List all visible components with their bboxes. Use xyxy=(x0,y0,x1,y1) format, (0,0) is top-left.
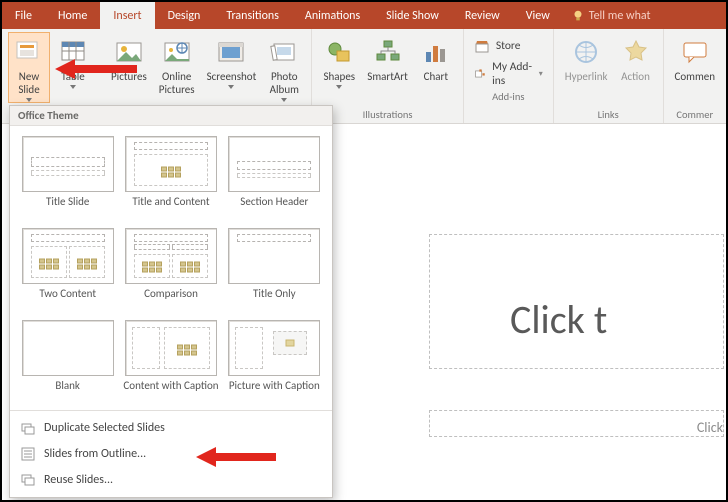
layout-picture-with-caption[interactable]: Picture with Caption xyxy=(225,318,324,406)
store-icon xyxy=(474,38,490,54)
comment-icon xyxy=(679,36,711,68)
store-label: Store xyxy=(496,39,521,53)
group-comments-label: Commer xyxy=(670,108,721,123)
reuse-icon xyxy=(20,472,36,488)
tab-home[interactable]: Home xyxy=(45,2,100,29)
chart-button[interactable]: Chart xyxy=(415,32,457,84)
layout-title-only[interactable]: Title Only xyxy=(225,226,324,314)
tab-transitions[interactable]: Transitions xyxy=(213,2,292,29)
tab-design[interactable]: Design xyxy=(155,2,214,29)
my-addins-label: My Add-ins xyxy=(492,60,533,88)
hyperlink-label: Hyperlink xyxy=(565,70,608,83)
slides-from-outline[interactable]: Slides from Outline... xyxy=(10,441,332,467)
layout-title-and-content[interactable]: Title and Content xyxy=(121,134,220,222)
tab-view[interactable]: View xyxy=(513,2,563,29)
tell-me-text: Tell me what xyxy=(589,9,651,23)
smartart-button[interactable]: SmartArt xyxy=(362,32,413,84)
my-addins-button[interactable]: My Add-ins ▾ xyxy=(470,58,547,90)
new-slide-button[interactable]: New Slide xyxy=(8,32,50,103)
layout-grid: Title Slide Title and Content Section He… xyxy=(10,126,332,410)
layout-section-header[interactable]: Section Header xyxy=(225,134,324,222)
gallery-footer: Duplicate Selected Slides Slides from Ou… xyxy=(10,410,332,497)
subtitle-text: Click xyxy=(430,419,723,436)
table-icon xyxy=(57,36,89,68)
new-slide-icon xyxy=(13,36,45,68)
title-text: Click t xyxy=(510,295,723,344)
pictures-label: Pictures xyxy=(111,70,147,83)
reuse-slides[interactable]: Reuse Slides... xyxy=(10,467,332,493)
layout-content-with-caption[interactable]: Content with Caption xyxy=(121,318,220,406)
smartart-label: SmartArt xyxy=(367,70,408,83)
comment-button[interactable]: Commen xyxy=(670,32,721,84)
smartart-icon xyxy=(372,36,404,68)
online-pictures-button[interactable]: Online Pictures xyxy=(154,32,200,97)
screenshot-icon xyxy=(215,36,247,68)
group-illustrations-label: Illustrations xyxy=(318,108,457,123)
screenshot-label: Screenshot xyxy=(207,70,257,89)
tell-me[interactable]: Tell me what xyxy=(563,2,651,29)
tab-review[interactable]: Review xyxy=(452,2,513,29)
chart-label: Chart xyxy=(424,70,448,83)
online-pictures-icon xyxy=(161,36,193,68)
hyperlink-icon xyxy=(570,36,602,68)
layout-comparison[interactable]: Comparison xyxy=(121,226,220,314)
layout-blank[interactable]: Blank xyxy=(18,318,117,406)
photo-album-button[interactable]: Photo Album xyxy=(263,32,305,103)
outline-icon xyxy=(20,446,36,462)
action-icon xyxy=(620,36,652,68)
online-pictures-label: Online Pictures xyxy=(159,70,195,96)
ribbon-tabs: File Home Insert Design Transitions Anim… xyxy=(2,2,726,29)
bulb-icon xyxy=(571,9,585,23)
hyperlink-button[interactable]: Hyperlink xyxy=(560,32,613,84)
slide-canvas[interactable]: Click t Click xyxy=(404,232,724,498)
new-slide-label: New Slide xyxy=(18,70,39,102)
title-placeholder[interactable]: Click t xyxy=(429,234,724,369)
duplicate-icon xyxy=(20,420,36,436)
subtitle-placeholder[interactable]: Click xyxy=(429,410,724,437)
shapes-label: Shapes xyxy=(323,70,355,89)
tab-insert[interactable]: Insert xyxy=(100,2,154,29)
layout-two-content[interactable]: Two Content xyxy=(18,226,117,314)
shapes-icon xyxy=(323,36,355,68)
table-label: Table xyxy=(61,70,85,89)
store-button[interactable]: Store xyxy=(470,36,547,56)
shapes-button[interactable]: Shapes xyxy=(318,32,360,90)
tab-slideshow[interactable]: Slide Show xyxy=(373,2,452,29)
duplicate-slides[interactable]: Duplicate Selected Slides xyxy=(10,415,332,441)
action-button[interactable]: Action xyxy=(615,32,657,84)
layout-title-slide[interactable]: Title Slide xyxy=(18,134,117,222)
chart-icon xyxy=(420,36,452,68)
comment-label: Commen xyxy=(675,70,716,83)
pictures-icon xyxy=(113,36,145,68)
group-links-label: Links xyxy=(560,108,657,123)
tab-file[interactable]: File xyxy=(2,2,45,29)
pictures-button[interactable]: Pictures xyxy=(106,32,152,84)
photo-album-label: Photo Album xyxy=(270,70,299,102)
addins-icon xyxy=(474,66,486,82)
photo-album-icon xyxy=(268,36,300,68)
group-addins-label: Add-ins xyxy=(470,90,547,105)
gallery-header: Office Theme xyxy=(10,106,332,126)
table-button[interactable]: Table xyxy=(52,32,94,90)
new-slide-gallery: Office Theme Title Slide Title and Conte… xyxy=(9,105,333,498)
action-label: Action xyxy=(621,70,650,83)
tab-animations[interactable]: Animations xyxy=(292,2,373,29)
screenshot-button[interactable]: Screenshot xyxy=(202,32,262,90)
app-frame: File Home Insert Design Transitions Anim… xyxy=(0,0,728,502)
